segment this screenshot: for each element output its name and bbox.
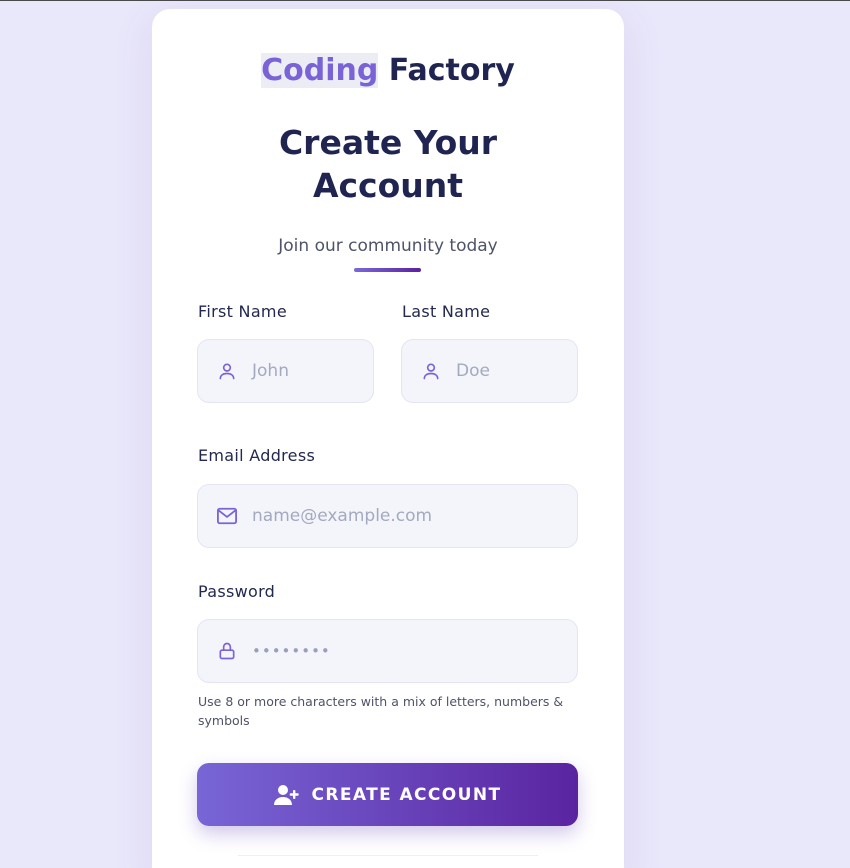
email-field[interactable]: name@example.com xyxy=(197,484,578,548)
page-title: Create Your Account xyxy=(278,123,498,205)
password-placeholder: •••••••• xyxy=(252,642,331,660)
last-name-label: Last Name xyxy=(402,302,491,321)
signup-card: Coding Factory Create Your Account Join … xyxy=(152,9,624,868)
page-subtitle: Join our community today xyxy=(278,236,498,256)
brand-name-accent: Coding xyxy=(261,53,379,88)
first-name-placeholder: John xyxy=(252,361,289,381)
user-plus-icon xyxy=(273,784,300,806)
last-name-field[interactable]: Doe xyxy=(401,339,578,403)
title-divider xyxy=(354,268,421,272)
brand-logo: Coding Factory xyxy=(152,53,624,88)
create-account-label: CREATE ACCOUNT xyxy=(311,784,502,805)
password-hint: Use 8 or more characters with a mix of l… xyxy=(198,694,564,728)
first-name-label: First Name xyxy=(198,302,287,321)
footer-divider xyxy=(238,855,538,856)
email-placeholder: name@example.com xyxy=(252,506,433,526)
last-name-placeholder: Doe xyxy=(456,361,490,381)
user-icon xyxy=(420,360,442,382)
user-icon xyxy=(216,360,238,382)
create-account-button[interactable]: CREATE ACCOUNT xyxy=(197,763,578,826)
password-label: Password xyxy=(198,582,276,601)
lock-icon xyxy=(216,640,238,662)
first-name-field[interactable]: John xyxy=(197,339,374,403)
brand-name-rest: Factory xyxy=(378,53,515,88)
password-field[interactable]: •••••••• xyxy=(197,619,578,683)
mail-icon xyxy=(216,505,238,527)
email-label: Email Address xyxy=(198,446,316,465)
